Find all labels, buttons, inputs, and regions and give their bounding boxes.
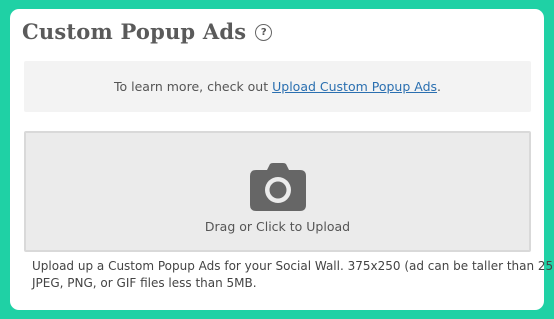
upload-label: Drag or Click to Upload <box>204 219 351 234</box>
learn-more-link[interactable]: Upload Custom Popup Ads <box>272 79 437 94</box>
upload-hint: Upload up a Custom Popup Ads for your So… <box>32 258 554 292</box>
camera-icon <box>249 163 306 211</box>
help-icon[interactable]: ? <box>255 24 273 41</box>
info-box: To learn more, check out Upload Custom P… <box>24 61 531 112</box>
info-suffix: . <box>437 79 442 94</box>
info-text: To learn more, check out Upload Custom P… <box>114 79 441 94</box>
title-row: Custom Popup Ads ? <box>22 19 273 44</box>
info-prefix: To learn more, check out <box>113 79 273 94</box>
custom-popup-ads-card: Custom Popup Ads ? To learn more, check … <box>10 9 554 310</box>
hint-line-1: Upload up a Custom Popup Ads for your So… <box>32 259 554 273</box>
page-title: Custom Popup Ads <box>22 19 247 44</box>
hint-line-2: JPEG, PNG, or GIF files less than 5MB. <box>32 276 257 290</box>
upload-dropzone[interactable]: Drag or Click to Upload <box>24 131 531 252</box>
